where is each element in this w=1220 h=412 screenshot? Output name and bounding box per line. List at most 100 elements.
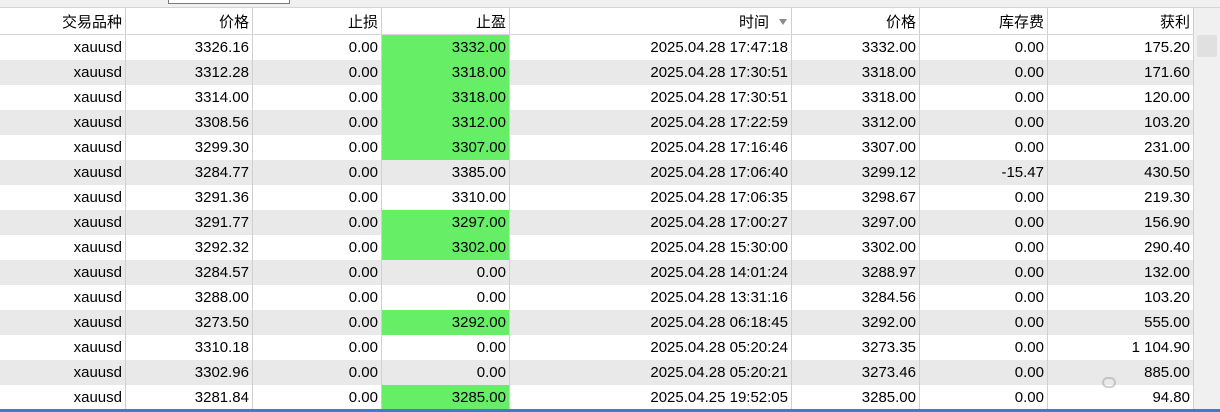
cell-open-price: 3291.77 (126, 210, 253, 235)
header-take-profit[interactable]: 止盈 (382, 8, 510, 34)
header-stop-loss[interactable]: 止损 (253, 8, 382, 34)
cell-symbol: xauusd (0, 285, 126, 310)
header-swap-label: 库存费 (998, 13, 1044, 31)
cell-swap: 0.00 (920, 385, 1048, 410)
cell-symbol: xauusd (0, 85, 126, 110)
cell-time: 2025.04.28 14:01:24 (510, 260, 792, 285)
cell-close-price: 3312.00 (792, 110, 920, 135)
cell-open-price: 3326.16 (126, 35, 253, 60)
cell-open-price: 3273.50 (126, 310, 253, 335)
cell-open-price: 3281.84 (126, 385, 253, 410)
cell-stop-loss: 0.00 (253, 260, 382, 285)
cell-close-price: 3284.56 (792, 285, 920, 310)
cell-symbol: xauusd (0, 110, 126, 135)
cell-symbol: xauusd (0, 185, 126, 210)
cell-time: 2025.04.28 17:16:46 (510, 135, 792, 160)
cell-symbol: xauusd (0, 260, 126, 285)
cell-profit: 219.30 (1048, 185, 1194, 210)
cell-symbol: xauusd (0, 135, 126, 160)
table-body: xauusd 3326.16 0.00 3332.00 2025.04.28 17:47… (0, 35, 1194, 410)
table-row[interactable]: xauusd 3284.57 0.00 0.00 2025.04.28 14:01:24… (0, 260, 1194, 285)
cell-swap: 0.00 (920, 360, 1048, 385)
table-row[interactable]: xauusd 3312.28 0.00 3318.00 2025.04.28 17:30… (0, 60, 1194, 85)
cell-open-price: 3302.96 (126, 360, 253, 385)
header-stop-loss-label: 止损 (347, 13, 378, 31)
cell-time: 2025.04.28 05:20:21 (510, 360, 792, 385)
cell-take-profit: 0.00 (382, 285, 510, 310)
cell-symbol: xauusd (0, 60, 126, 85)
table-row[interactable]: xauusd 3281.84 0.00 3285.00 2025.04.25 19:52… (0, 385, 1194, 410)
cell-swap: 0.00 (920, 185, 1048, 210)
cell-profit: 231.00 (1048, 135, 1194, 160)
table-row[interactable]: xauusd 3302.96 0.00 0.00 2025.04.28 05:20:21… (0, 360, 1194, 385)
cell-time: 2025.04.28 17:00:27 (510, 210, 792, 235)
table-row[interactable]: xauusd 3291.36 0.00 3310.00 2025.04.28 17:06… (0, 185, 1194, 210)
cell-symbol: xauusd (0, 35, 126, 60)
cell-open-price: 3308.56 (126, 110, 253, 135)
cell-take-profit: 3385.00 (382, 160, 510, 185)
table-row[interactable]: xauusd 3308.56 0.00 3312.00 2025.04.28 17:22… (0, 110, 1194, 135)
cell-profit: 1 104.90 (1048, 335, 1194, 360)
cell-stop-loss: 0.00 (253, 310, 382, 335)
cell-take-profit: 0.00 (382, 260, 510, 285)
header-close-price[interactable]: 价格 (792, 8, 920, 34)
vertical-scrollbar[interactable] (1194, 8, 1220, 412)
table-row[interactable]: xauusd 3291.77 0.00 3297.00 2025.04.28 17:00… (0, 210, 1194, 235)
cell-open-price: 3314.00 (126, 85, 253, 110)
table-row[interactable]: xauusd 3292.32 0.00 3302.00 2025.04.28 15:30… (0, 235, 1194, 260)
cell-take-profit: 3312.00 (382, 110, 510, 135)
table-row[interactable]: xauusd 3284.77 0.00 3385.00 2025.04.28 17:06… (0, 160, 1194, 185)
cell-close-price: 3318.00 (792, 85, 920, 110)
toolbar-strip (0, 0, 1220, 8)
cell-open-price: 3284.57 (126, 260, 253, 285)
cell-close-price: 3318.00 (792, 60, 920, 85)
header-symbol-label: 交易品种 (61, 13, 122, 31)
header-swap[interactable]: 库存费 (920, 8, 1048, 34)
cell-symbol: xauusd (0, 160, 126, 185)
cell-take-profit: 3318.00 (382, 85, 510, 110)
cell-symbol: xauusd (0, 210, 126, 235)
cell-stop-loss: 0.00 (253, 210, 382, 235)
cell-time: 2025.04.28 13:31:16 (510, 285, 792, 310)
cell-swap: 0.00 (920, 260, 1048, 285)
cell-open-price: 3299.30 (126, 135, 253, 160)
header-open-price[interactable]: 价格 (126, 8, 253, 34)
cell-symbol: xauusd (0, 360, 126, 385)
table-row[interactable]: xauusd 3314.00 0.00 3318.00 2025.04.28 17:30… (0, 85, 1194, 110)
cell-swap: 0.00 (920, 235, 1048, 260)
cell-open-price: 3312.28 (126, 60, 253, 85)
table-row[interactable]: xauusd 3288.00 0.00 0.00 2025.04.28 13:31:16… (0, 285, 1194, 310)
header-symbol[interactable]: 交易品种 (0, 8, 126, 34)
cell-time: 2025.04.28 17:06:35 (510, 185, 792, 210)
cell-close-price: 3292.00 (792, 310, 920, 335)
table-row[interactable]: xauusd 3310.18 0.00 0.00 2025.04.28 05:20:24… (0, 335, 1194, 360)
header-profit-label: 获利 (1159, 13, 1190, 31)
cell-swap: -15.47 (920, 160, 1048, 185)
cell-swap: 0.00 (920, 210, 1048, 235)
cell-close-price: 3302.00 (792, 235, 920, 260)
sort-descending-icon (779, 19, 787, 25)
cell-take-profit: 3297.00 (382, 210, 510, 235)
cell-take-profit: 3318.00 (382, 60, 510, 85)
header-time[interactable]: 时间 (510, 8, 792, 34)
cell-stop-loss: 0.00 (253, 385, 382, 410)
scrollbar-thumb[interactable] (1197, 35, 1217, 57)
cell-close-price: 3307.00 (792, 135, 920, 160)
cell-close-price: 3298.67 (792, 185, 920, 210)
cell-symbol: xauusd (0, 235, 126, 260)
cell-symbol: xauusd (0, 335, 126, 360)
cell-open-price: 3288.00 (126, 285, 253, 310)
cell-swap: 0.00 (920, 285, 1048, 310)
header-profit[interactable]: 获利 (1048, 8, 1194, 34)
cell-time: 2025.04.28 17:06:40 (510, 160, 792, 185)
cell-swap: 0.00 (920, 85, 1048, 110)
cell-swap: 0.00 (920, 335, 1048, 360)
tab-stub[interactable] (168, 0, 290, 4)
table-row[interactable]: xauusd 3326.16 0.00 3332.00 2025.04.28 17:47… (0, 35, 1194, 60)
cell-profit: 120.00 (1048, 85, 1194, 110)
table-row[interactable]: xauusd 3273.50 0.00 3292.00 2025.04.28 06:18… (0, 310, 1194, 335)
cell-time: 2025.04.28 05:20:24 (510, 335, 792, 360)
cell-stop-loss: 0.00 (253, 160, 382, 185)
cell-close-price: 3297.00 (792, 210, 920, 235)
table-row[interactable]: xauusd 3299.30 0.00 3307.00 2025.04.28 17:16… (0, 135, 1194, 160)
